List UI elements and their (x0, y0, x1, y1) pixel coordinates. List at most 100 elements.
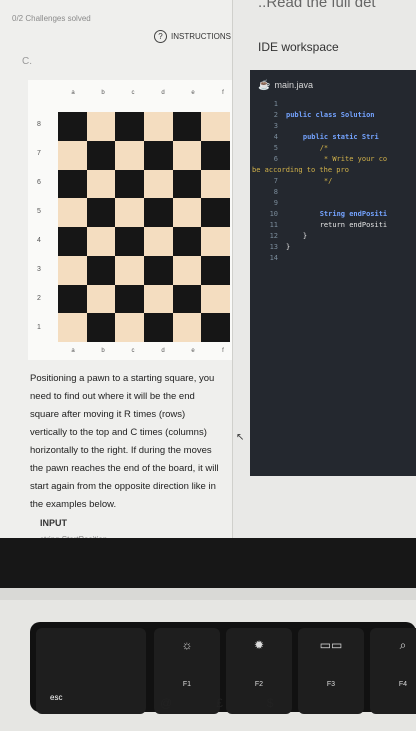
line-number: 12 (269, 232, 278, 240)
code-line[interactable]: 10 String endPositi (250, 210, 416, 221)
board-square (86, 227, 116, 256)
read-more-text[interactable]: ..Read the full det (258, 0, 376, 11)
code-text[interactable]: } (286, 232, 307, 240)
f4-label: F4 (398, 681, 408, 688)
code-line[interactable]: 14 (250, 254, 416, 265)
challenges-status: 0/2 Challenges solved (12, 14, 91, 23)
code-text[interactable]: public static Stri (286, 133, 379, 141)
code-line[interactable]: 1 (250, 100, 416, 111)
code-line[interactable]: 2 public class Solution (250, 111, 416, 122)
board-square (86, 140, 116, 170)
board-square (58, 227, 87, 256)
tab-main-java[interactable]: ☕ main.java (258, 80, 313, 91)
code-text[interactable]: * Write your co (286, 155, 387, 163)
code-text[interactable]: public class Solution (286, 111, 375, 119)
line-number: 13 (269, 243, 278, 251)
code-text[interactable]: */ (286, 177, 332, 185)
file-label: e (191, 90, 195, 96)
board-square (115, 169, 144, 199)
board-square (86, 284, 116, 314)
keyboard: esc ☼ F1 ✹ F2 ▭▭ F3 ⌕ F4 (0, 600, 416, 731)
ide-title: IDE workspace (258, 40, 339, 54)
esc-label: esc (50, 693, 63, 702)
code-line[interactable]: 8 (250, 188, 416, 199)
board-square (86, 169, 116, 199)
line-number: 11 (269, 221, 278, 229)
code-area[interactable]: 1 2 public class Solution 3 4 public static … (250, 100, 416, 265)
code-line[interactable]: 3 (250, 122, 416, 133)
board-square (58, 255, 87, 285)
code-text[interactable]: be according to the pro (252, 166, 349, 174)
board-square (115, 227, 144, 256)
line-number: 1 (273, 100, 278, 108)
key-symbol[interactable]: $ (267, 696, 274, 710)
screen: 0/2 Challenges solved ? INSTRUCTIONS C. … (0, 0, 416, 545)
file-label: e (191, 348, 195, 354)
board-square (86, 255, 116, 285)
rank-label: 6 (37, 179, 41, 186)
board-square (143, 112, 173, 141)
code-line[interactable]: 12 } (250, 232, 416, 243)
board-square (143, 140, 173, 170)
code-text[interactable]: return endPositi (286, 221, 387, 229)
line-number: 8 (273, 188, 278, 196)
mission-control-icon: ▭▭ (319, 638, 343, 652)
code-line[interactable]: 9 (250, 199, 416, 210)
board-square (143, 227, 173, 256)
line-number: 3 (273, 122, 278, 130)
rank-label: 4 (37, 237, 41, 244)
file-label: c (131, 348, 135, 354)
code-line[interactable]: 4 public static Stri (250, 133, 416, 144)
code-line[interactable]: 11 return endPositi (250, 221, 416, 232)
rank-labels: 8 7 6 5 4 3 2 1 (32, 110, 46, 342)
board-square (58, 313, 87, 342)
board-square (172, 313, 202, 342)
board-square (115, 255, 144, 285)
board-square (143, 198, 173, 227)
rank-label: 2 (37, 295, 41, 302)
number-row-partial: @ £ $ (160, 696, 274, 710)
rank-label: 3 (37, 266, 41, 273)
board-square (115, 198, 144, 227)
code-line[interactable]: be according to the pro (250, 166, 416, 177)
board-square (201, 198, 230, 227)
file-label: a (71, 90, 75, 96)
code-line[interactable]: 7 */ (250, 177, 416, 188)
board-square (143, 313, 173, 342)
file-label: b (101, 348, 105, 354)
code-line[interactable]: 6 * Write your co (250, 155, 416, 166)
line-number: 7 (273, 177, 278, 185)
board-square (143, 169, 173, 199)
esc-key[interactable]: esc (36, 628, 146, 714)
board-square (58, 112, 87, 141)
code-text[interactable]: /* (286, 144, 328, 152)
line-number: 4 (273, 133, 278, 141)
board-square (86, 313, 116, 342)
laptop-bezel (0, 538, 416, 594)
question-icon: ? (154, 30, 167, 43)
ide-editor[interactable]: ☕ main.java 1 2 public class Solution 3 4 pu… (250, 70, 416, 476)
board-square (115, 284, 144, 314)
board-square (201, 169, 230, 199)
board-square (143, 255, 173, 285)
file-label: d (161, 90, 165, 96)
file-label: f (222, 348, 224, 354)
chessboard (58, 112, 230, 342)
line-number: 14 (269, 254, 278, 262)
key-symbol[interactable]: £ (216, 696, 223, 710)
f3-key[interactable]: ▭▭ F3 (298, 628, 364, 714)
instructions-button[interactable]: ? INSTRUCTIONS (154, 30, 231, 43)
code-text[interactable]: } (286, 243, 290, 251)
board-square (58, 169, 87, 199)
f2-label: F2 (254, 681, 264, 688)
instructions-panel: 0/2 Challenges solved ? INSTRUCTIONS C. … (0, 0, 233, 545)
key-symbol[interactable]: @ (160, 696, 172, 710)
code-line[interactable]: 5 /* (250, 144, 416, 155)
f4-key[interactable]: ⌕ F4 (370, 628, 416, 714)
board-square (172, 227, 202, 256)
code-line[interactable]: 13} (250, 243, 416, 254)
board-square (86, 112, 116, 141)
rank-label: 5 (37, 208, 41, 215)
file-label: a (71, 348, 75, 354)
code-text[interactable]: String endPositi (286, 210, 387, 218)
